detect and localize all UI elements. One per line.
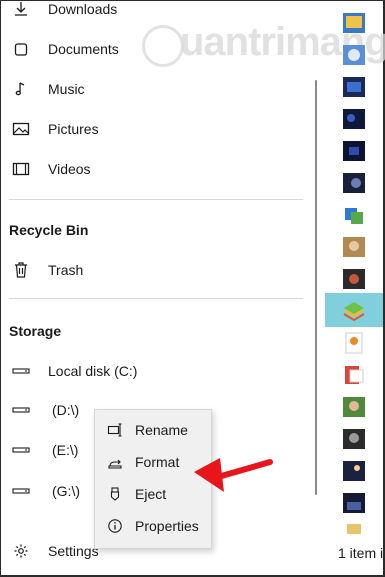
sidebar-item-label: (D:\): [52, 402, 80, 418]
sidebar-item-label: Pictures: [48, 121, 99, 137]
eject-icon: [110, 487, 120, 501]
sidebar-scrollbar[interactable]: [315, 80, 317, 495]
sidebar-item-label: Local disk (C:): [48, 363, 138, 379]
document-icon: [12, 40, 30, 58]
sidebar-item-documents[interactable]: Documents: [0, 29, 318, 69]
divider: [9, 298, 303, 299]
section-title-storage: Storage: [9, 323, 62, 339]
file-thumbnail[interactable]: [341, 106, 367, 132]
divider: [9, 199, 303, 200]
sidebar-item-label: Downloads: [48, 1, 118, 17]
file-thumbnail[interactable]: [341, 330, 367, 356]
file-thumbnail[interactable]: [341, 426, 367, 452]
section-title-recycle-bin: Recycle Bin: [9, 222, 89, 238]
download-icon: [12, 0, 30, 18]
drive-icon: [12, 482, 30, 500]
file-thumbnail[interactable]: [341, 138, 367, 164]
sidebar-item-label: Settings: [48, 543, 99, 559]
file-thumbnail[interactable]: [341, 202, 367, 228]
file-thumbnail[interactable]: [341, 234, 367, 260]
pictures-icon: [12, 120, 30, 138]
sidebar-item-pictures[interactable]: Pictures: [0, 109, 318, 149]
red-arrow-annotation: [194, 458, 273, 492]
sidebar-item-label: (G:\): [52, 483, 80, 499]
drive-icon: [12, 441, 30, 459]
context-menu-label: Rename: [135, 422, 188, 438]
sidebar-item-label: (E:\): [52, 442, 79, 458]
sidebar-item-videos[interactable]: Videos: [0, 149, 318, 189]
status-item-count: 1 item i: [338, 545, 384, 561]
file-thumbnail[interactable]: [341, 42, 367, 68]
file-thumbnail[interactable]: [341, 170, 367, 196]
file-thumbnail[interactable]: [341, 362, 367, 388]
file-thumbnail-selected[interactable]: [341, 298, 367, 324]
format-icon: [108, 459, 122, 469]
file-thumbnail[interactable]: [341, 266, 367, 292]
videos-icon: [12, 160, 30, 178]
sidebar-item-label: Trash: [48, 262, 84, 278]
sidebar-item-label: Music: [48, 81, 85, 97]
context-menu-label: Eject: [135, 486, 167, 502]
rename-icon: [107, 423, 122, 437]
context-menu-label: Format: [135, 454, 180, 470]
sidebar-item-local-disk-c[interactable]: Local disk (C:): [0, 351, 318, 391]
music-icon: [12, 80, 30, 98]
file-thumbnail[interactable]: [341, 74, 367, 100]
file-thumbnail[interactable]: [341, 458, 367, 484]
sidebar-item-trash[interactable]: Trash: [0, 250, 318, 290]
sidebar-item-music[interactable]: Music: [0, 69, 318, 109]
file-thumbnail[interactable]: [341, 522, 367, 534]
file-thumbnail[interactable]: [341, 10, 367, 36]
sidebar-item-downloads[interactable]: Downloads: [0, 0, 318, 29]
context-menu-rename[interactable]: Rename: [95, 414, 211, 446]
info-icon: [108, 519, 122, 533]
sidebar-item-label: Documents: [48, 41, 119, 57]
drive-icon: [12, 401, 30, 419]
context-menu-label: Properties: [135, 518, 199, 534]
file-thumbnail[interactable]: [341, 490, 367, 516]
gear-icon: [12, 542, 30, 560]
drive-icon: [12, 362, 30, 380]
trash-icon: [12, 261, 30, 279]
sidebar-item-label: Videos: [48, 161, 91, 177]
context-menu-properties[interactable]: Properties: [95, 510, 211, 542]
file-thumbnail[interactable]: [341, 394, 367, 420]
